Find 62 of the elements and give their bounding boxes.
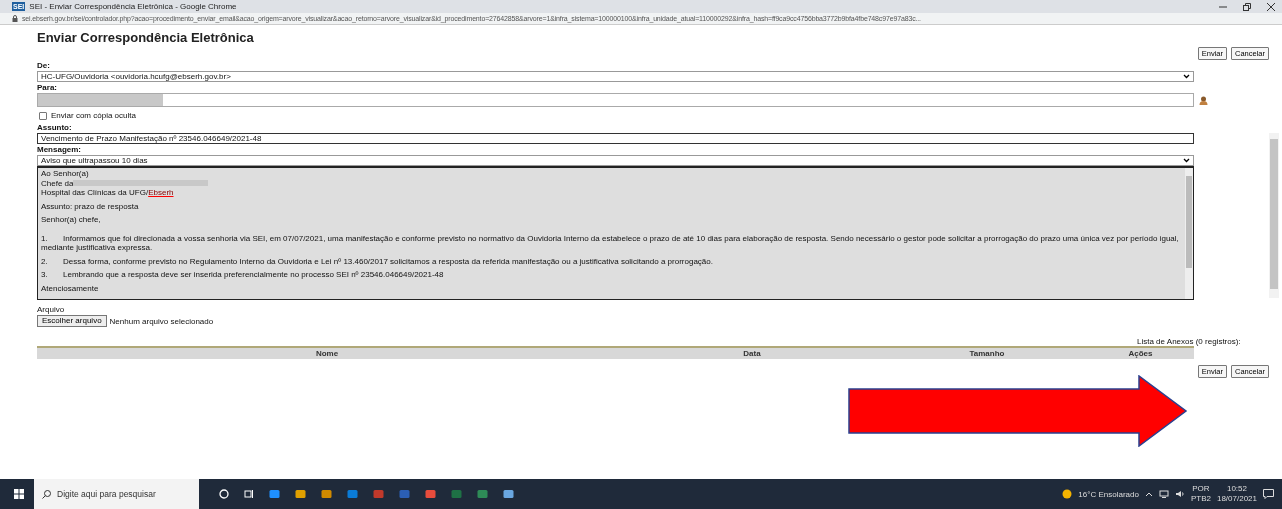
subject-field[interactable]: Vencimento de Prazo Manifestação nº 23546.046649/2021-48 [37,133,1194,144]
chevron-icon [1183,74,1190,79]
column-header: Ações [1127,349,1154,358]
restore-icon[interactable] [1242,2,1252,11]
scrollbar[interactable] [1185,168,1193,299]
app-icon[interactable] [373,489,384,499]
checkbox[interactable] [39,111,47,120]
message-text: Assunto: prazo de resposta [41,201,140,211]
app-icon[interactable] [347,489,358,499]
message-paragraph: 3. Lembrando que a resposta deve ser inserida preferencialmente no processo SEI nº 23546.046649/2021-48 [41,270,445,280]
speaker-icon[interactable] [1174,490,1185,498]
sender-select[interactable]: HC-UFG/Ouvidoria <ouvidoria.hcufg@ebserh.gov.br> [37,71,1194,82]
contacts-icon[interactable] [1198,95,1208,105]
field-label: Assunto: [37,123,73,133]
message-text: Senhor(a) chefe, [41,215,102,225]
network-icon[interactable] [1158,490,1169,498]
language-indicator[interactable]: POR [1192,484,1210,494]
sun-icon [1062,489,1073,499]
chevron-up-icon[interactable] [1144,491,1153,497]
message-text: Atenciosamente [41,283,100,293]
app-icon[interactable] [425,489,436,499]
field-label: Arquivo [37,305,66,315]
choose-file-button[interactable]: Escolher arquivo [37,315,107,327]
field-label: Mensagem: [37,145,82,155]
notifications-icon[interactable] [1263,489,1274,499]
message-text: Ao Senhor(a) [41,169,89,179]
weather-text[interactable]: 16°C Ensolarado [1078,489,1139,499]
message-text: Chefe da [41,178,74,188]
message-paragraph: 1. Informamos que foi direcionada a vossa senhoria via SEI, em 07/07/2021, uma manifestação e conforme previsto no normativo da Ouvidoria Interno da estabelece o prazo de até 10 dias para elaboração de resposta. Sendo necessário o gestor pode solicitar a prorrogação do prazo uma única vez por período igual, mediante justificativa expressa. [41,233,1180,253]
taskbar-search-field[interactable]: Digite aqui para pesquisar [34,479,199,509]
task-view-icon[interactable] [244,489,254,499]
windows-start-icon[interactable] [14,489,24,499]
message-link[interactable]: Ebserh [148,188,174,198]
attachments-caption: Lista de Anexos (0 registros): [1137,337,1241,346]
chevron-icon [1183,158,1190,163]
page-heading: Enviar Correspondência Eletrônica [37,30,255,45]
search-icon [42,489,51,499]
file-status: Nenhum arquivo selecionado [109,316,214,326]
column-header: Tamanho [968,349,1006,358]
scrollbar[interactable] [1269,133,1279,298]
message-text: Hospital das Clínicas da UFG/ [41,188,149,198]
column-header: Nome [314,349,340,358]
app-icon[interactable] [477,489,488,499]
app-icon[interactable] [269,489,280,499]
window-title: SEI - Enviar Correspondência Eletrônica - Google Chrome [29,2,237,11]
recipient-field[interactable] [37,93,1194,107]
app-icon[interactable] [295,489,306,499]
message-paragraph: 2. Dessa forma, conforme previsto no Regulamento Interno da Ouvidoria e Lei nº 13.460/2017 solicitamos a resposta da referida manifestação ou a justificativa solicitando a prorrogação. [41,256,714,266]
field-label: Para: [37,83,58,93]
close-icon[interactable] [1266,2,1276,11]
app-icon[interactable] [321,489,332,499]
lock-icon [12,15,18,22]
message-textarea[interactable] [37,166,1194,300]
checkbox-label: Enviar com cópia oculta [51,111,136,120]
column-header: Data [742,349,762,358]
field-label: De: [37,61,51,71]
message-template-select[interactable]: Aviso que ultrapassou 10 dias [37,155,1194,166]
clock-time[interactable]: 10:52 [1226,484,1247,494]
app-icon[interactable] [503,489,514,499]
keyboard-layout[interactable]: PTB2 [1190,494,1211,504]
cortana-icon[interactable] [219,489,229,499]
clock-date[interactable]: 18/07/2021 [1216,494,1257,504]
